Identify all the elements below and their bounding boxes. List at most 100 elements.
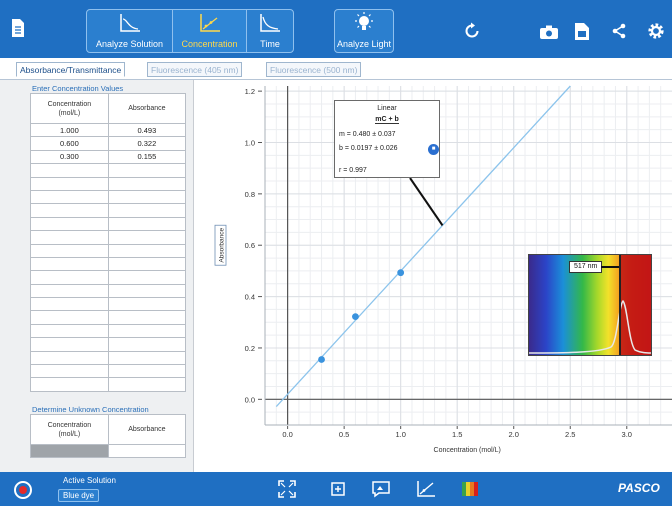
- annotation-icon[interactable]: [372, 480, 390, 503]
- concentration-cell[interactable]: 1.000: [30, 122, 109, 138]
- concentration-cell[interactable]: [30, 270, 109, 285]
- unknown-absorbance-cell[interactable]: [107, 443, 187, 459]
- fit-intercept: b = 0.0197 ± 0.026: [339, 145, 398, 152]
- wavelength-marker[interactable]: [619, 255, 621, 355]
- absorbance-cell[interactable]: [107, 323, 187, 339]
- absorbance-cell[interactable]: [107, 364, 187, 379]
- y-tick-label: 1.0: [245, 139, 255, 148]
- concentration-cell[interactable]: [30, 256, 109, 272]
- table-row: [30, 443, 187, 459]
- y-tick-label: 0.2: [245, 344, 255, 353]
- absorbance-cell[interactable]: [107, 163, 187, 178]
- mode-analyze-solution[interactable]: Analyze Solution: [87, 10, 173, 52]
- concentration-cell[interactable]: [30, 189, 109, 205]
- y-tick-label: 0.4: [245, 293, 255, 302]
- absorbance-cell[interactable]: [107, 189, 187, 205]
- spectrum-inset[interactable]: 517 nm: [528, 254, 652, 356]
- analyze-light-label: Analyze Light: [336, 39, 392, 49]
- mode-time[interactable]: Time: [247, 10, 293, 52]
- unknown-table: Concentration (mol/L) Absorbance: [30, 414, 187, 459]
- absorbance-cell[interactable]: 0.155: [107, 149, 187, 165]
- concentration-cell[interactable]: [30, 350, 109, 366]
- concentration-cell[interactable]: [30, 377, 109, 392]
- table-row: [30, 323, 187, 339]
- lock-icon[interactable]: ■: [428, 144, 439, 155]
- refresh-icon[interactable]: [463, 22, 481, 45]
- x-tick-label: 1.0: [395, 430, 405, 439]
- absorbance-cell[interactable]: 0.493: [107, 122, 187, 138]
- data-point[interactable]: [397, 269, 405, 277]
- share-icon[interactable]: [612, 23, 626, 44]
- table-row: [30, 377, 187, 392]
- analyze-solution-icon: [119, 13, 141, 35]
- absorbance-cell[interactable]: [107, 256, 187, 272]
- concentration-cell[interactable]: [30, 364, 109, 379]
- y-tick-label: 0.0: [245, 395, 255, 404]
- absorbance-cell[interactable]: [107, 377, 187, 392]
- data-point[interactable]: [352, 313, 359, 321]
- table-row: [30, 176, 187, 191]
- fit-icon[interactable]: [330, 480, 346, 503]
- table-row: [30, 283, 187, 299]
- absorbance-cell[interactable]: [107, 243, 187, 258]
- record-button[interactable]: [14, 481, 32, 499]
- concentration-cell[interactable]: [30, 323, 109, 339]
- table-row: [30, 310, 187, 325]
- tab-absorbance-transmittance[interactable]: Absorbance/Transmittance: [16, 62, 126, 77]
- fit-correlation: r = 0.997: [339, 167, 367, 174]
- x-tick-label: 2.5: [565, 430, 575, 439]
- mode-concentration[interactable]: Concentration: [173, 10, 247, 52]
- absorbance-cell[interactable]: [107, 283, 187, 299]
- graph-icon[interactable]: [416, 480, 436, 503]
- concentration-cell[interactable]: 0.600: [30, 136, 109, 151]
- fit-equation-text: mC + b: [375, 116, 399, 124]
- concentration-cell[interactable]: [30, 203, 109, 218]
- solution-selector[interactable]: Blue dye: [58, 489, 100, 502]
- absorbance-cell[interactable]: 0.322: [107, 136, 187, 151]
- fit-slope: m = 0.480 ± 0.037: [339, 131, 396, 138]
- y-tick-label: 1.2: [245, 87, 255, 96]
- gear-icon[interactable]: [647, 22, 665, 45]
- absorbance-cell[interactable]: [107, 270, 187, 285]
- absorbance-cell[interactable]: [107, 310, 187, 325]
- absorbance-cell[interactable]: [107, 203, 187, 218]
- concentration-cell[interactable]: [30, 297, 109, 312]
- fit-info-box[interactable]: Linear mC + b m = 0.480 ± 0.037 b = 0.01…: [334, 100, 440, 178]
- concentration-cell[interactable]: [30, 230, 109, 245]
- light-bulb-icon: [354, 12, 374, 36]
- camera-icon[interactable]: [540, 25, 558, 44]
- concentration-cell[interactable]: [30, 243, 109, 258]
- column-header: Concentration (mol/L): [30, 93, 109, 124]
- x-tick-label: 3.0: [622, 430, 632, 439]
- absorbance-cell[interactable]: [107, 297, 187, 312]
- absorbance-cell[interactable]: [107, 350, 187, 366]
- x-tick-label: 2.0: [509, 430, 519, 439]
- y-axis-label[interactable]: Absorbance: [219, 228, 226, 263]
- spectrum-icon[interactable]: [462, 482, 478, 501]
- absorbance-cell[interactable]: [107, 216, 187, 232]
- concentration-cell[interactable]: [30, 163, 109, 178]
- top-toolbar: Analyze Solution Concentration Time Anal…: [0, 0, 672, 58]
- concentration-cell[interactable]: [30, 216, 109, 232]
- fit-type: Linear: [377, 105, 397, 112]
- wavelength-arrow: [601, 266, 619, 268]
- save-file-icon[interactable]: [574, 22, 590, 46]
- app-window: Analyze Solution Concentration Time Anal…: [0, 0, 672, 506]
- table-row: [30, 256, 187, 272]
- document-icon[interactable]: [10, 18, 26, 43]
- data-point[interactable]: [318, 356, 325, 363]
- absorbance-cell[interactable]: [107, 230, 187, 245]
- concentration-cell[interactable]: 0.300: [30, 149, 109, 165]
- absorbance-cell[interactable]: [107, 337, 187, 352]
- concentration-cell[interactable]: [30, 176, 109, 191]
- tab-fluorescence-405[interactable]: Fluorescence (405 nm): [147, 62, 243, 77]
- fullscreen-icon[interactable]: [278, 480, 296, 503]
- tab-fluorescence-500[interactable]: Fluorescence (500 nm): [266, 62, 362, 77]
- unknown-concentration-cell: [30, 443, 109, 459]
- analyze-light-button[interactable]: Analyze Light: [334, 9, 394, 53]
- data-panel: Enter Concentration Values Concentration…: [0, 80, 194, 472]
- absorbance-cell[interactable]: [107, 176, 187, 191]
- concentration-cell[interactable]: [30, 283, 109, 299]
- concentration-cell[interactable]: [30, 310, 109, 325]
- concentration-cell[interactable]: [30, 337, 109, 352]
